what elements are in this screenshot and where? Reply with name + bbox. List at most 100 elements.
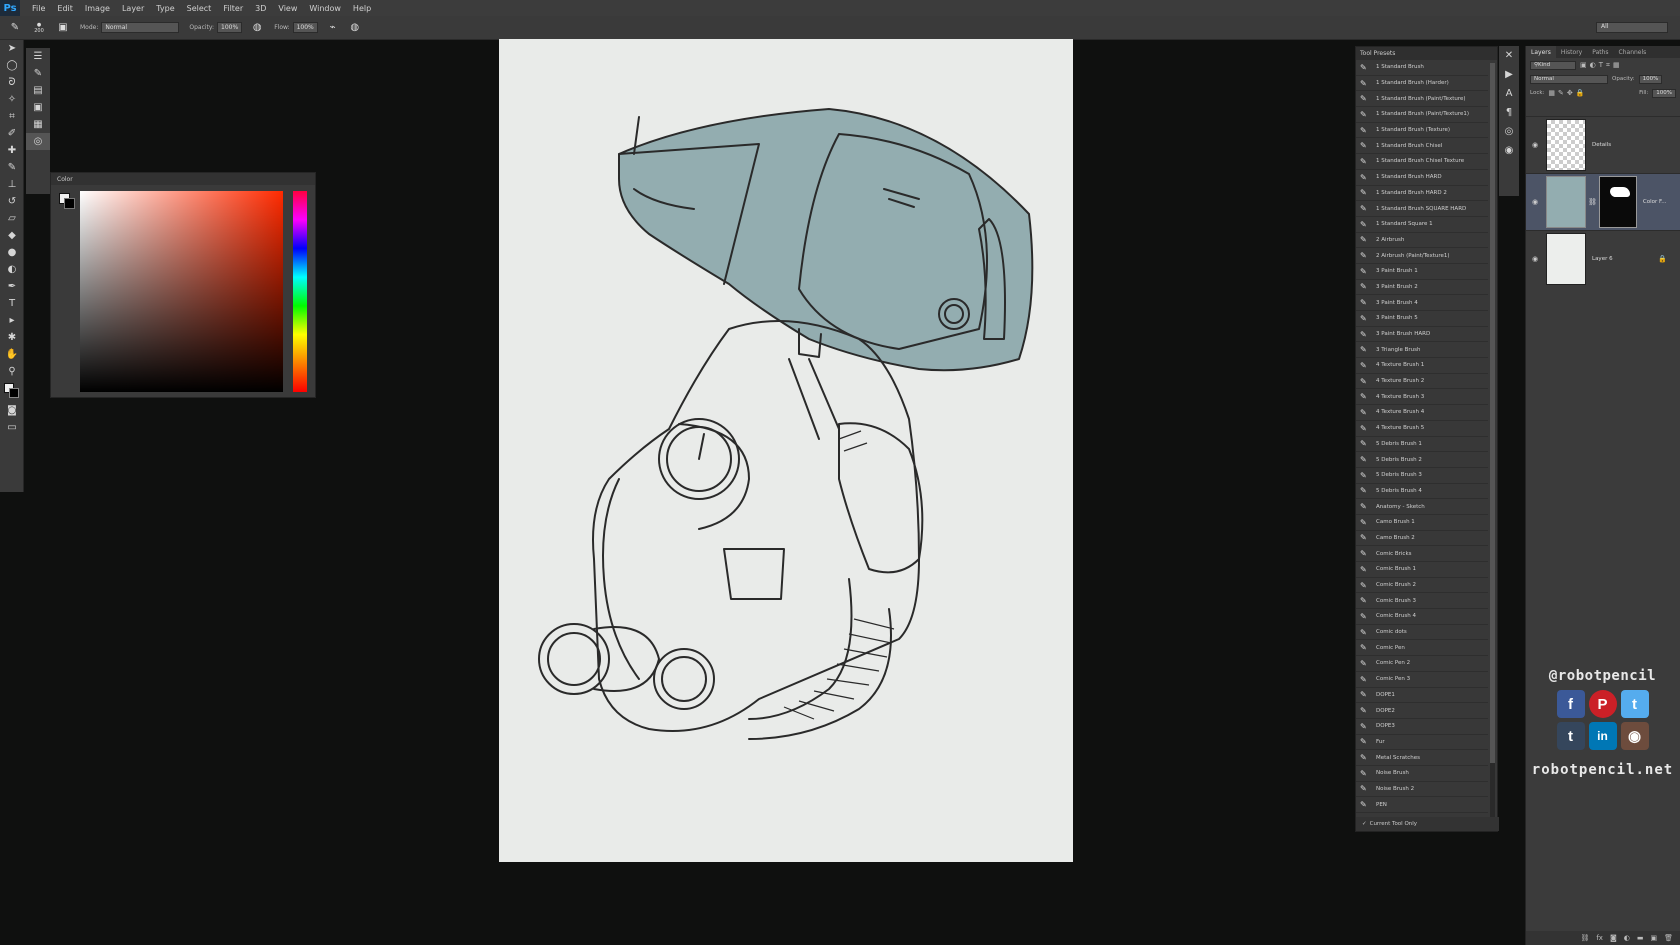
preset-item[interactable]: ✎ 3 Triangle Brush: [1356, 342, 1488, 359]
shape-tool-icon[interactable]: ✱: [0, 329, 24, 346]
preset-item[interactable]: ✎ 1 Standard Brush HARD: [1356, 170, 1488, 186]
character-icon[interactable]: A: [1499, 84, 1519, 103]
preset-item[interactable]: ✎ Comic Pen 3: [1356, 672, 1488, 688]
type-tool-icon[interactable]: T: [0, 295, 24, 312]
stamp-tool-icon[interactable]: ⊥: [0, 176, 24, 193]
actions-icon[interactable]: ▶: [1499, 65, 1519, 84]
document-canvas[interactable]: [499, 39, 1073, 862]
tab-paths[interactable]: Paths: [1587, 49, 1613, 56]
brush-panel-icon[interactable]: ✎: [26, 65, 50, 82]
preset-item[interactable]: ✎ 3 Paint Brush HARD: [1356, 327, 1488, 343]
menu-file[interactable]: File: [26, 4, 51, 13]
fx-icon[interactable]: fx: [1596, 934, 1603, 942]
quick-mask-icon[interactable]: ◙: [0, 402, 24, 419]
styles-icon[interactable]: ◎: [1499, 122, 1519, 141]
navigator-icon[interactable]: ▣: [26, 99, 50, 116]
menu-select[interactable]: Select: [181, 4, 218, 13]
background-color-swatch[interactable]: [64, 198, 75, 209]
color-panel-icon[interactable]: ◎: [26, 133, 50, 150]
layer-opacity-input[interactable]: 100%: [1638, 74, 1663, 84]
eyedropper-tool-icon[interactable]: ✐: [0, 125, 24, 142]
preset-item[interactable]: ✎ Comic Brush 2: [1356, 578, 1488, 594]
brush-panel-icon[interactable]: ▣: [56, 21, 70, 35]
menu-edit[interactable]: Edit: [51, 4, 79, 13]
new-group-icon[interactable]: ▬: [1637, 934, 1644, 942]
visibility-eye-icon[interactable]: ◉: [1528, 198, 1542, 206]
brush-tool-icon[interactable]: ✎: [8, 21, 22, 35]
preset-item[interactable]: ✎ Comic Brush 4: [1356, 609, 1488, 625]
preset-item[interactable]: ✎ 5 Debris Brush 2: [1356, 452, 1488, 468]
layer-mask-thumbnail[interactable]: [1598, 176, 1637, 228]
adjustments-icon[interactable]: ▤: [26, 82, 50, 99]
link-layers-icon[interactable]: ⛓: [1580, 934, 1589, 942]
fill-input[interactable]: 100%: [1652, 88, 1676, 98]
menu-view[interactable]: View: [272, 4, 303, 13]
screen-mode-icon[interactable]: ▭: [0, 419, 24, 436]
preset-item[interactable]: ✎ 3 Paint Brush 2: [1356, 280, 1488, 296]
preset-item[interactable]: ✎ 4 Texture Brush 3: [1356, 389, 1488, 406]
swatches-icon[interactable]: ◉: [1499, 141, 1519, 160]
brush-tool-icon[interactable]: ✎: [0, 159, 24, 176]
zoom-tool-icon[interactable]: ⚲: [0, 363, 24, 380]
preset-item[interactable]: ✎ PEN: [1356, 797, 1488, 813]
preset-item[interactable]: ✎ 3 Paint Brush 1: [1356, 264, 1488, 280]
preset-item[interactable]: ✎ 5 Debris Brush 1: [1356, 437, 1488, 453]
properties-icon[interactable]: ☰: [26, 48, 50, 65]
paint-bucket-icon[interactable]: ◆: [0, 227, 24, 244]
preset-item[interactable]: ✎ Metal Scratches: [1356, 750, 1488, 766]
histogram-icon[interactable]: ▦: [26, 116, 50, 133]
path-select-icon[interactable]: ▸: [0, 312, 24, 329]
history-brush-icon[interactable]: ↺: [0, 193, 24, 210]
menu-layer[interactable]: Layer: [116, 4, 150, 13]
preset-item[interactable]: ✎ 4 Texture Brush 1: [1356, 358, 1488, 374]
preset-item[interactable]: ✎ Comic Brush 1: [1356, 562, 1488, 578]
mode-select[interactable]: Normal: [101, 22, 180, 33]
preset-item[interactable]: ✎ DOPE1: [1356, 688, 1488, 704]
tool-presets-icon[interactable]: ✕: [1499, 46, 1519, 65]
preset-item[interactable]: ✎ 5 Debris Brush 3: [1356, 468, 1488, 484]
pen-tool-icon[interactable]: ✒: [0, 278, 24, 295]
healing-tool-icon[interactable]: ✚: [0, 142, 24, 159]
preset-item[interactable]: ✎ Comic Bricks: [1356, 546, 1488, 562]
preset-item[interactable]: ✎ 1 Standard Brush Chisel: [1356, 138, 1488, 155]
pressure-size-icon[interactable]: ◍: [348, 21, 362, 35]
hand-tool-icon[interactable]: ✋: [0, 346, 24, 363]
blur-tool-icon[interactable]: ●: [0, 244, 24, 261]
paragraph-icon[interactable]: ¶: [1499, 103, 1519, 122]
tool-presets-scrollbar[interactable]: [1490, 63, 1495, 818]
hue-slider[interactable]: [293, 191, 307, 392]
preset-item[interactable]: ✎ Fur: [1356, 735, 1488, 751]
layer-kind-select[interactable]: ⚲ Kind: [1530, 60, 1576, 70]
new-layer-icon[interactable]: ▣: [1650, 934, 1657, 942]
preset-item[interactable]: ✎ DOPE3: [1356, 719, 1488, 735]
dodge-tool-icon[interactable]: ◐: [0, 261, 24, 278]
layer-details[interactable]: ◉ Details: [1526, 116, 1680, 173]
visibility-eye-icon[interactable]: ◉: [1528, 141, 1542, 149]
preset-item[interactable]: ✎ Comic Brush 3: [1356, 593, 1488, 610]
pressure-opacity-icon[interactable]: ◍: [250, 21, 264, 35]
preset-item[interactable]: ✎ Noise Brush 2: [1356, 782, 1488, 798]
filter-icons[interactable]: ▣◐T⌗▦: [1580, 61, 1623, 70]
color-swatches[interactable]: [0, 380, 24, 402]
preset-item[interactable]: ✎ 1 Standard Brush (Texture): [1356, 123, 1488, 139]
opacity-input[interactable]: 100%: [217, 22, 243, 33]
add-mask-icon[interactable]: ◙: [1610, 934, 1617, 942]
menu-3d[interactable]: 3D: [249, 4, 272, 13]
preset-item[interactable]: ✎ Anatomy - Sketch: [1356, 499, 1488, 515]
preset-item[interactable]: ✎ 3 Paint Brush 5: [1356, 311, 1488, 327]
brush-preset-picker[interactable]: ● 200: [30, 21, 48, 35]
menu-type[interactable]: Type: [150, 4, 180, 13]
adjustment-layer-icon[interactable]: ◐: [1624, 934, 1630, 942]
preset-item[interactable]: ✎ 1 Standard Brush (Harder): [1356, 76, 1488, 92]
lock-icons[interactable]: ▦✎✥🔒: [1548, 89, 1587, 97]
move-tool-icon[interactable]: ➤: [0, 40, 24, 57]
background-color-swatch[interactable]: [9, 388, 19, 398]
preset-item[interactable]: ✎ 1 Standard Square 1: [1356, 217, 1488, 233]
preset-item[interactable]: ✎ 4 Texture Brush 2: [1356, 374, 1488, 390]
crop-tool-icon[interactable]: ⌗: [0, 108, 24, 125]
preset-item[interactable]: ✎ Comic Pen 2: [1356, 656, 1488, 672]
tab-channels[interactable]: Channels: [1614, 49, 1652, 56]
preset-item[interactable]: ✎ 5 Debris Brush 4: [1356, 484, 1488, 500]
preset-item[interactable]: ✎ Comic dots: [1356, 625, 1488, 641]
airbrush-icon[interactable]: ⌁: [326, 21, 340, 35]
